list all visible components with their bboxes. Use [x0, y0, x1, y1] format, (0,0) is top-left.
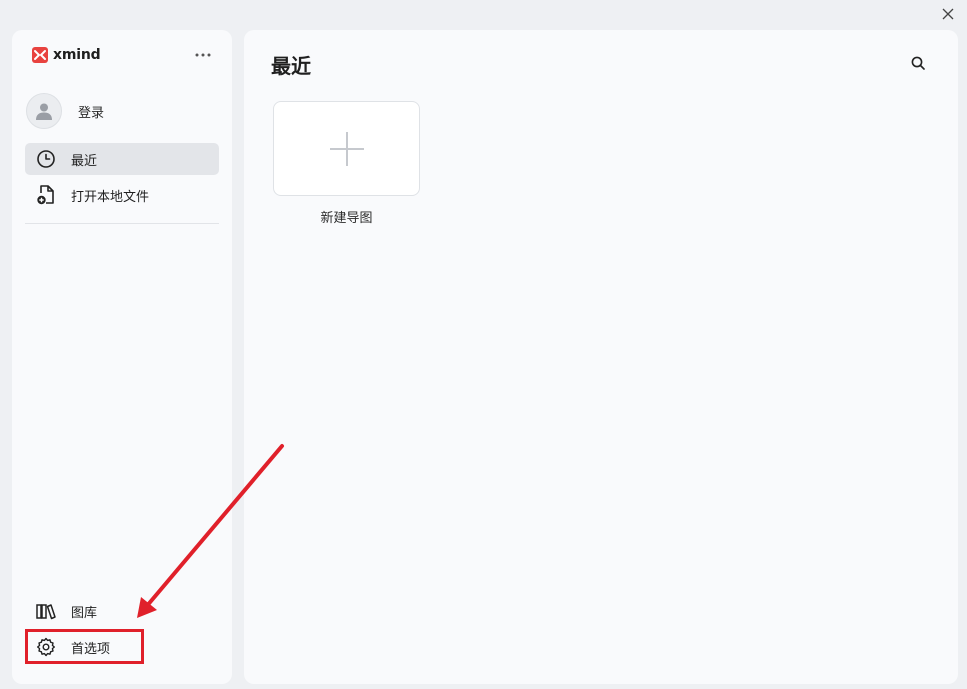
annotation-highlight-box — [25, 629, 144, 664]
login-label: 登录 — [78, 105, 105, 121]
new-map-card[interactable] — [273, 101, 420, 196]
sidebar-divider — [25, 223, 219, 224]
sidebar-item-open-local-file[interactable]: 打开本地文件 — [25, 179, 219, 211]
close-button[interactable] — [938, 4, 958, 24]
login-button[interactable]: 登录 — [26, 93, 104, 129]
user-avatar-icon — [36, 103, 52, 120]
file-add-icon — [35, 184, 57, 206]
library-icon — [35, 600, 57, 622]
sidebar-item-label: 打开本地文件 — [71, 189, 150, 205]
avatar — [26, 93, 62, 129]
xmind-logo-icon — [32, 47, 48, 63]
sidebar-item-label: 图库 — [71, 605, 98, 621]
close-icon — [942, 8, 954, 20]
page-title: 最近 — [271, 54, 311, 78]
sidebar: xmind 登录 最近 打开本地文件 图库 首选项 — [12, 30, 232, 684]
sidebar-item-recent[interactable]: 最近 — [25, 143, 219, 175]
search-icon — [911, 56, 925, 70]
new-map-label: 新建导图 — [320, 211, 373, 226]
sidebar-item-label: 最近 — [71, 153, 98, 169]
plus-icon — [329, 131, 364, 166]
app-logo: xmind — [32, 46, 101, 64]
clock-icon — [35, 148, 57, 170]
main-panel: 最近 新建导图 — [244, 30, 958, 684]
search-button[interactable] — [907, 52, 929, 74]
sidebar-item-library[interactable]: 图库 — [25, 595, 219, 627]
more-horizontal-icon — [195, 53, 211, 57]
more-options-button[interactable] — [192, 44, 214, 66]
logo-text: xmind — [53, 47, 101, 63]
